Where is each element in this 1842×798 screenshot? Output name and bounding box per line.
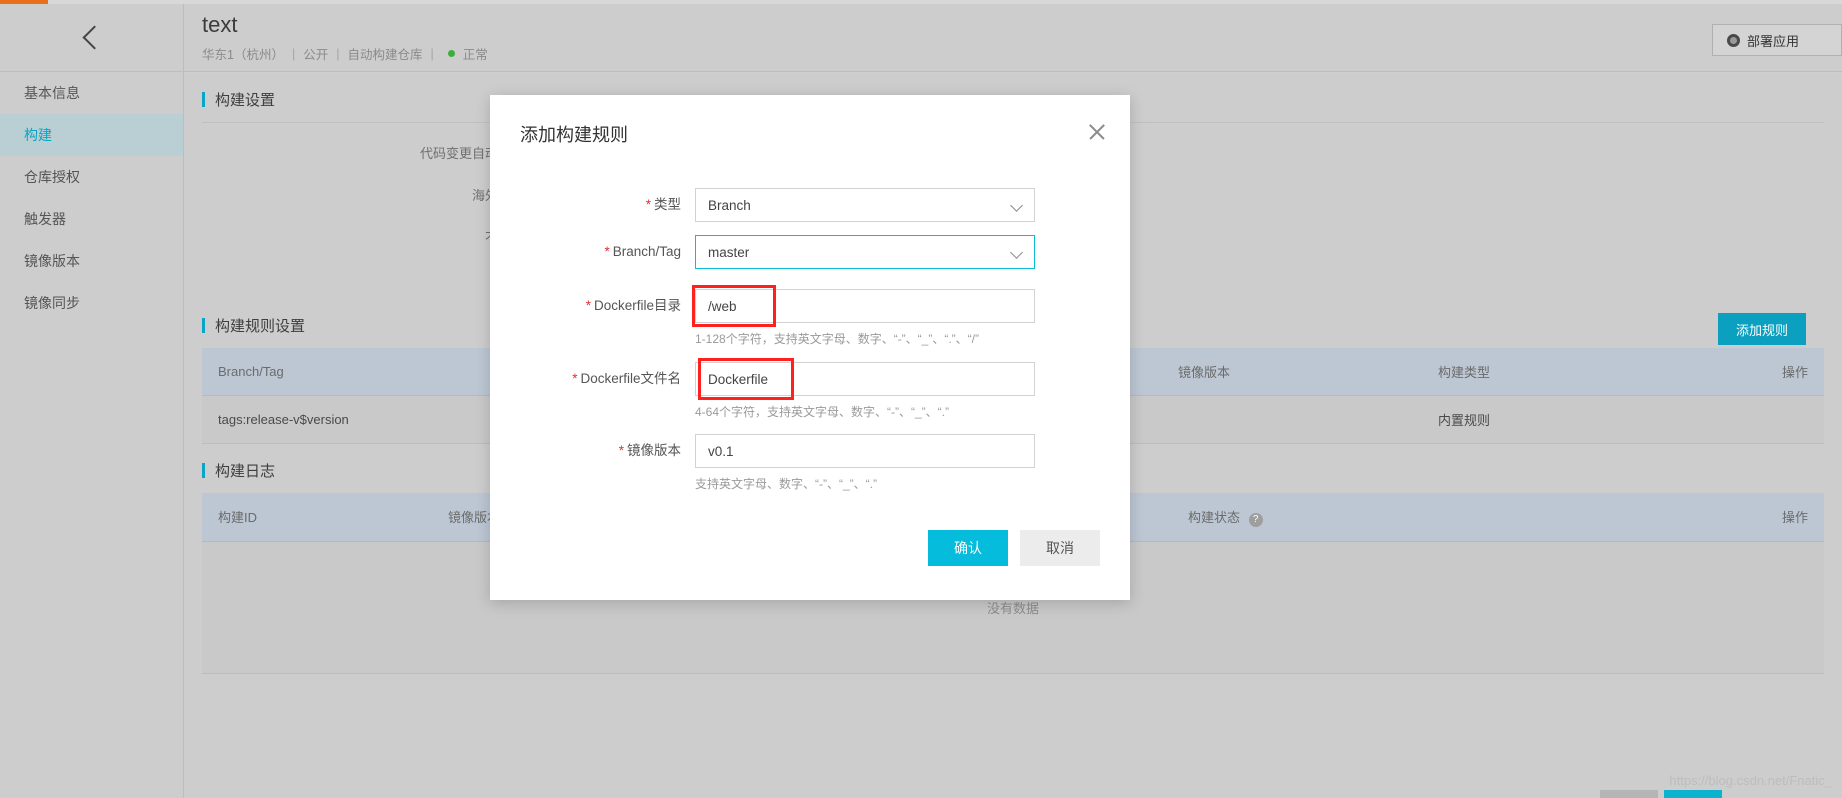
field-label-branch-tag: * Branch/Tag [490,235,695,269]
gear-icon [1727,33,1740,47]
field-control-dockerfile-dir: 1-128个字符，支持英文字母、数字、“-”、“_”、“.”、“/” [695,289,1035,347]
field-control-dockerfile-name: 4-64个字符，支持英文字母、数字、“-”、“_”、“.” [695,362,1035,420]
cell-action[interactable] [1582,395,1824,444]
field-label-dockerfile-dir: * Dockerfile目录 [490,289,695,323]
field-control-image-version: 支持英文字母、数字、“-”、“_”、“.” [695,434,1035,492]
dockerfile-name-input[interactable] [695,362,1035,396]
region-label: 华东1（杭州） [202,48,284,62]
deploy-app-button[interactable]: 部署应用 [1712,24,1842,56]
field-label-text: 镜像版本 [627,443,681,458]
column-build-type: 构建类型 [1422,348,1582,396]
column-image-version: 镜像版本 [1162,348,1422,396]
sidebar-item-repo-auth[interactable]: 仓库授权 [0,156,183,198]
question-icon[interactable]: ? [1248,512,1263,527]
required-asterisk: * [645,197,651,212]
taskbar-strip [1600,790,1722,798]
separator: | [336,46,340,61]
close-icon[interactable] [1086,121,1108,143]
type-select-wrap[interactable] [695,188,1035,222]
column-action: 操作 [1582,348,1824,396]
sidebar-item-label: 构建 [24,127,52,143]
cell-build-type: 内置规则 [1422,395,1582,444]
separator: | [291,46,296,61]
confirm-button[interactable]: 确认 [928,530,1008,566]
section-marker [202,92,205,107]
breadcrumb: 华东1（杭州） | 公开 | 自动构建仓库 | 正常 [202,44,488,63]
image-version-help: 支持英文字母、数字、“-”、“_”、“.” [695,477,877,491]
required-asterisk: * [604,244,610,259]
branch-tag-select-wrap[interactable] [695,235,1035,269]
status-dot-icon [447,50,455,57]
sidebar-item-label: 触发器 [24,211,66,227]
field-row-image-version: *镜像版本 支持英文字母、数字、“-”、“_”、“.” [490,434,1130,492]
field-label-text: Dockerfile文件名 [580,371,681,386]
taskbar-item-active[interactable] [1664,790,1722,798]
sidebar-item-label: 仓库授权 [24,169,80,185]
dockerfile-dir-help: 1-128个字符，支持英文字母、数字、“-”、“_”、“.”、“/” [695,332,979,346]
sidebar-item-basic-info[interactable]: 基本信息 [0,72,183,114]
section-marker [202,318,205,333]
column-build-status: 构建状态 ? [1172,493,1412,542]
field-row-dockerfile-dir: *Dockerfile目录 1-128个字符，支持英文字母、数字、“-”、“_”… [490,289,1130,347]
field-row-branch-tag: * Branch/Tag [490,235,1130,269]
image-version-input[interactable] [695,434,1035,468]
chevron-left-icon [82,25,107,50]
sidebar-item-trigger[interactable]: 触发器 [0,198,183,240]
field-label-text: 类型 [654,197,681,212]
separator: | [430,46,434,61]
field-row-dockerfile-name: *Dockerfile文件名 4-64个字符，支持英文字母、数字、“-”、“_”… [490,362,1130,420]
sidebar-item-label: 镜像版本 [24,253,80,269]
watermark: https://blog.csdn.net/Fnatic_ [1669,773,1832,788]
field-label-image-version: * 镜像版本 [490,434,695,468]
dockerfile-dir-input[interactable] [695,289,1035,323]
field-label-text: Dockerfile目录 [593,298,681,313]
type-select[interactable] [695,188,1035,222]
field-row-type: * 类型 [490,188,1130,222]
dialog-actions: 确认 取消 [928,530,1100,566]
column-build-status-text: 构建状态 [1188,510,1241,525]
app-root: 基本信息 构建 仓库授权 触发器 镜像版本 镜像同步 text 华东1（杭州） … [0,0,1842,798]
add-build-rule-dialog: 添加构建规则 *类型 *Branch/Tag [490,95,1130,600]
sidebar-item-label: 基本信息 [24,85,80,101]
field-label-type: * 类型 [490,188,695,222]
status-badge: 正常 [462,48,488,62]
page-title: text [202,12,238,37]
left-sidebar: 基本信息 构建 仓库授权 触发器 镜像版本 镜像同步 [0,4,184,798]
field-control-branch-tag [695,235,1035,269]
sidebar-item-build[interactable]: 构建 [0,114,183,156]
dockerfile-name-help: 4-64个字符，支持英文字母、数字、“-”、“_”、“.” [695,405,949,419]
branch-tag-select[interactable] [695,235,1035,269]
column-build-id: 构建ID [202,493,432,542]
required-asterisk: * [618,443,624,458]
cell-image-version [1162,395,1422,444]
deploy-app-label: 部署应用 [1747,33,1800,49]
field-control-type [695,188,1035,222]
required-asterisk: * [585,298,591,313]
section-marker [202,463,205,478]
taskbar-item[interactable] [1600,790,1658,798]
section-title-text: 构建日志 [215,463,276,480]
add-rule-button[interactable]: 添加规则 [1717,313,1806,345]
dialog-title: 添加构建规则 [520,125,628,145]
page-header: text 华东1（杭州） | 公开 | 自动构建仓库 | 正常 部署应用 [184,4,1842,72]
field-label-text: Branch/Tag [612,244,681,259]
visibility-label: 公开 [303,48,329,62]
sidebar-item-label: 镜像同步 [24,295,80,311]
back-button[interactable] [0,4,183,72]
repo-type-label: 自动构建仓库 [347,48,423,62]
section-title-text: 构建规则设置 [215,318,306,335]
section-title-text: 构建设置 [215,92,276,109]
required-asterisk: * [572,371,578,386]
sidebar-item-image-sync[interactable]: 镜像同步 [0,282,183,324]
field-label-dockerfile-name: * Dockerfile文件名 [490,362,695,396]
sidebar-item-image-versions[interactable]: 镜像版本 [0,240,183,282]
column-action: 操作 [1412,493,1824,542]
cancel-button[interactable]: 取消 [1020,530,1100,566]
